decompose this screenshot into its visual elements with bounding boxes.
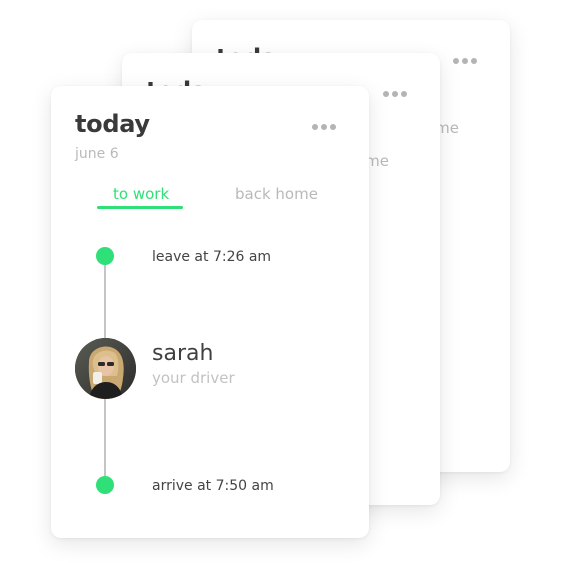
- menu-dot: [453, 58, 459, 64]
- more-menu-icon[interactable]: [312, 124, 336, 130]
- stage: today back home today back home today ju…: [0, 0, 563, 563]
- menu-dot: [392, 91, 398, 97]
- menu-dot: [383, 91, 389, 97]
- card-date: june 6: [75, 146, 119, 162]
- driver-name: sarah: [152, 341, 214, 366]
- menu-dot: [471, 58, 477, 64]
- active-tab-indicator: [97, 206, 183, 209]
- card-title: today: [75, 110, 150, 138]
- menu-dot: [462, 58, 468, 64]
- tab-back-home[interactable]: back home: [235, 185, 318, 203]
- menu-dot: [401, 91, 407, 97]
- arrive-time-label: arrive at 7:50 am: [152, 478, 274, 494]
- timeline-start-dot: [96, 247, 114, 265]
- driver-avatar-image: [75, 338, 136, 399]
- menu-dot: [330, 124, 336, 130]
- tab-to-work[interactable]: to work: [113, 185, 169, 203]
- more-menu-icon[interactable]: [453, 58, 477, 64]
- menu-dot: [321, 124, 327, 130]
- driver-role: your driver: [152, 369, 235, 387]
- leave-time-label: leave at 7:26 am: [152, 249, 272, 265]
- more-menu-icon[interactable]: [383, 91, 407, 97]
- timeline-end-dot: [96, 476, 114, 494]
- menu-dot: [312, 124, 318, 130]
- card-front: today june 6 to work back home leave at …: [51, 86, 369, 538]
- avatar[interactable]: [75, 338, 136, 399]
